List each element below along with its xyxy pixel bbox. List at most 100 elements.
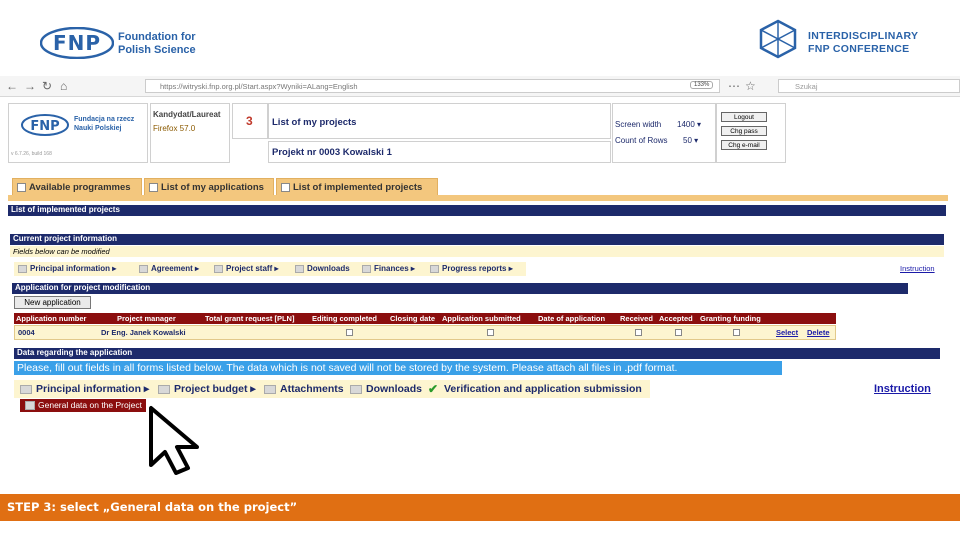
menu2-principal-information[interactable]: Principal information ▸ bbox=[20, 381, 149, 397]
logout-button[interactable]: Logout bbox=[721, 112, 767, 122]
applications-table-header: Application number Project manager Total… bbox=[14, 313, 836, 324]
menu-icon bbox=[350, 385, 362, 394]
col-project-manager: Project manager bbox=[117, 314, 176, 323]
menu-downloads[interactable]: Downloads bbox=[295, 262, 350, 276]
rows-select[interactable]: 50 ▾ bbox=[683, 136, 698, 145]
page-number: 3 bbox=[246, 114, 253, 128]
delete-link[interactable]: Delete bbox=[807, 327, 830, 338]
project-menu: Principal information ▸ Agreement ▸ Proj… bbox=[14, 262, 526, 276]
menu-icon bbox=[295, 265, 304, 273]
menu2-downloads[interactable]: Downloads bbox=[350, 381, 422, 397]
tab-icon bbox=[149, 183, 158, 192]
conference-line1: INTERDISCIPLINARY bbox=[808, 30, 919, 42]
menu-agreement[interactable]: Agreement ▸ bbox=[139, 262, 199, 276]
current-info-header: Current project information bbox=[10, 234, 944, 245]
col-total-grant: Total grant request [PLN] bbox=[205, 314, 295, 323]
col-application-submitted: Application submitted bbox=[442, 314, 521, 323]
menu-finances[interactable]: Finances ▸ bbox=[362, 262, 415, 276]
instruction-link-large[interactable]: Instruction bbox=[874, 383, 931, 395]
menu-icon bbox=[158, 385, 170, 394]
tab-available-programmes[interactable]: Available programmes bbox=[12, 178, 142, 195]
editing-completed-checkbox[interactable] bbox=[346, 329, 353, 336]
new-application-button[interactable]: New application bbox=[14, 296, 91, 309]
accepted-checkbox[interactable] bbox=[675, 329, 682, 336]
page-title-box: List of my projects bbox=[268, 103, 611, 139]
col-date-of-application: Date of application bbox=[538, 314, 606, 323]
page-title: List of my projects bbox=[272, 117, 357, 128]
checkmark-icon: ✔ bbox=[428, 382, 439, 396]
settings-box: Screen width 1400 ▾ Count of Rows 50 ▾ bbox=[612, 103, 716, 163]
menu-icon bbox=[18, 265, 27, 273]
application-submitted-checkbox[interactable] bbox=[487, 329, 494, 336]
general-data-label: General data on the Project bbox=[38, 400, 142, 410]
implemented-projects-header: List of implemented projects bbox=[8, 205, 946, 216]
forward-icon[interactable]: → bbox=[24, 79, 36, 93]
fill-notice: Please, fill out fields in all forms lis… bbox=[14, 361, 782, 375]
menu-progress-reports[interactable]: Progress reports ▸ bbox=[430, 262, 513, 276]
browser-version-label: Firefox 57.0 bbox=[153, 124, 196, 133]
menu-principal-information[interactable]: Principal information ▸ bbox=[18, 262, 116, 276]
menu-icon bbox=[214, 265, 223, 273]
project-title-box: Projekt nr 0003 Kowalski 1 bbox=[268, 141, 611, 163]
col-accepted: Accepted bbox=[659, 314, 693, 323]
bookmark-icon[interactable]: ☆ bbox=[745, 79, 756, 93]
menu-dots-icon[interactable]: ⋯ bbox=[728, 79, 740, 93]
svg-text:FNP: FNP bbox=[30, 119, 59, 134]
conference-logo-icon bbox=[757, 19, 799, 64]
screen-width-select[interactable]: 1400 ▾ bbox=[677, 120, 701, 129]
menu2-project-budget[interactable]: Project budget ▸ bbox=[158, 381, 256, 397]
col-application-number: Application number bbox=[16, 314, 87, 323]
app-logo-line1: Fundacja na rzecz bbox=[74, 116, 135, 123]
cell-project-manager: Dr Eng. Janek Kowalski bbox=[101, 328, 186, 337]
rows-label: Count of Rows bbox=[615, 136, 668, 145]
back-icon[interactable]: ← bbox=[6, 79, 18, 93]
menu-icon bbox=[139, 265, 148, 273]
tab-underline bbox=[8, 195, 948, 201]
role-label: Kandydat/Laureat bbox=[153, 110, 221, 119]
chevron-down-icon: ▾ bbox=[694, 136, 699, 145]
menu-project-staff[interactable]: Project staff ▸ bbox=[214, 262, 278, 276]
project-title: Projekt nr 0003 Kowalski 1 bbox=[272, 147, 392, 158]
general-data-menu-item[interactable]: General data on the Project bbox=[20, 399, 146, 412]
menu-icon bbox=[362, 265, 371, 273]
document-icon bbox=[25, 401, 35, 410]
app-version: v 6.7.26, build 168 bbox=[11, 151, 52, 157]
change-email-button[interactable]: Chg e-mail bbox=[721, 140, 767, 150]
conference-line2: FNP CONFERENCE bbox=[808, 43, 910, 55]
menu2-attachments[interactable]: Attachments bbox=[264, 381, 344, 397]
fnp-name-line1: Foundation for bbox=[118, 31, 196, 43]
tab-implemented-projects[interactable]: List of implemented projects bbox=[276, 178, 438, 195]
reload-icon[interactable]: ↻ bbox=[42, 79, 52, 93]
fnp-logo-text: FNP bbox=[53, 31, 101, 55]
browser-search-input[interactable]: Szukaj bbox=[778, 79, 960, 93]
data-regarding-header: Data regarding the application bbox=[14, 348, 940, 359]
instruction-link-small[interactable]: Instruction bbox=[900, 264, 935, 273]
app-logo-line2: Nauki Polskiej bbox=[74, 125, 122, 132]
menu2-verification-submission[interactable]: ✔ Verification and application submission bbox=[428, 381, 642, 397]
step-caption: STEP 3: select „General data on the proj… bbox=[0, 494, 960, 521]
tab-my-applications[interactable]: List of my applications bbox=[144, 178, 274, 195]
fnp-logo-mark: FNP bbox=[39, 26, 115, 65]
menu-icon bbox=[430, 265, 439, 273]
tab-icon bbox=[281, 183, 290, 192]
mouse-cursor-icon bbox=[149, 406, 199, 475]
role-box: Kandydat/Laureat Firefox 57.0 bbox=[150, 103, 230, 163]
col-granting-funding: Granting funding bbox=[700, 314, 761, 323]
fnp-name-line2: Polish Science bbox=[118, 44, 196, 56]
received-checkbox[interactable] bbox=[635, 329, 642, 336]
select-link[interactable]: Select bbox=[776, 327, 798, 338]
change-password-button[interactable]: Chg pass bbox=[721, 126, 767, 136]
granting-funding-checkbox[interactable] bbox=[733, 329, 740, 336]
fnp-name: Foundation for Polish Science bbox=[118, 31, 196, 57]
col-received: Received bbox=[620, 314, 653, 323]
screen-width-label: Screen width bbox=[615, 120, 662, 129]
zoom-level[interactable]: 133% bbox=[690, 81, 714, 89]
modification-header: Application for project modification bbox=[12, 283, 908, 294]
menu-icon bbox=[264, 385, 276, 394]
table-row[interactable]: 0004 Dr Eng. Janek Kowalski Select Delet… bbox=[14, 325, 836, 340]
home-icon[interactable]: ⌂ bbox=[60, 79, 67, 93]
url-bar[interactable]: https://witryski.fnp.org.pl/Start.aspx?W… bbox=[145, 79, 720, 93]
menu-icon bbox=[20, 385, 32, 394]
chevron-down-icon: ▾ bbox=[697, 120, 702, 129]
cell-application-number: 0004 bbox=[18, 328, 35, 337]
